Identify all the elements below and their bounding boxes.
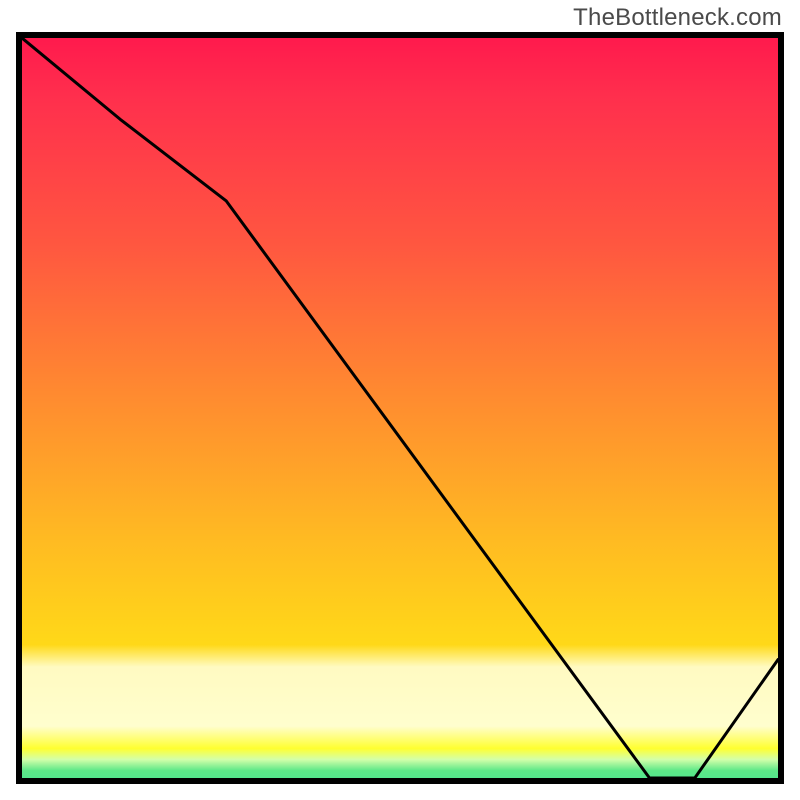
watermark-text: TheBottleneck.com: [573, 4, 782, 32]
chart-plot-area: [16, 32, 784, 784]
chart-stage: TheBottleneck.com: [0, 0, 800, 800]
bottleneck-curve: [22, 38, 778, 778]
